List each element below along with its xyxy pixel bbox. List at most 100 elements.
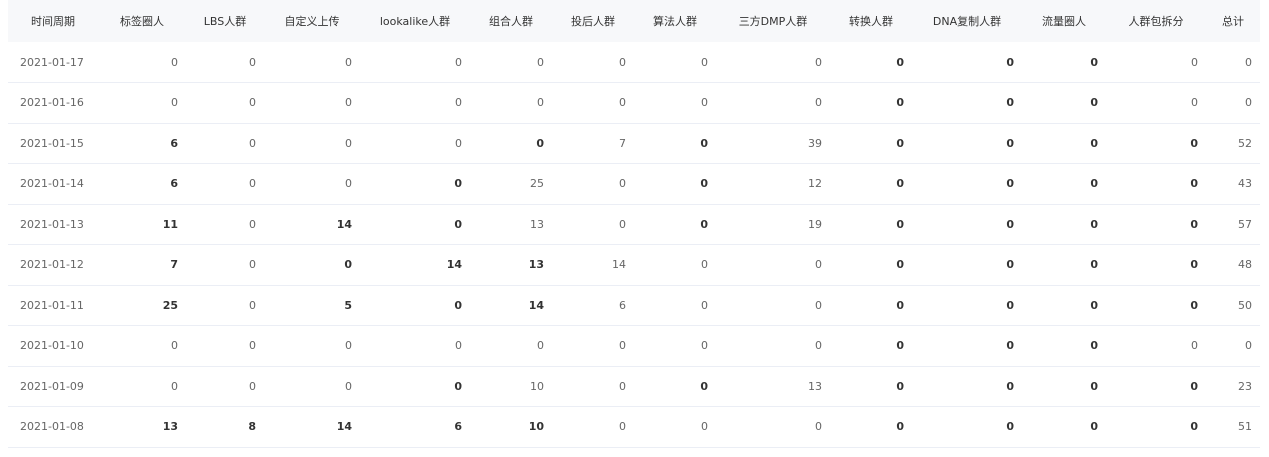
row-value-cell: 0 [536,136,544,150]
column-header-8: 三方DMP人群 [738,15,808,28]
row-date-cell: 2021-01-13 [20,217,84,231]
table-row: 2021-01-15 6 0 0 0 0 7 0 39 0 0 0 0 52 [8,123,1260,164]
row-value-cell: 6 [170,136,178,150]
row-value-cell: 0 [1090,298,1098,312]
row-value-cell: 0 [345,339,352,353]
row-value-cell: 25 [162,298,178,312]
row-value-cell: 0 [896,379,904,393]
row-value-cell: 0 [455,339,462,353]
row-value-cell: 23 [1238,379,1252,393]
row-value-cell: 0 [701,258,708,272]
row-value-cell: 11 [162,217,178,231]
row-value-cell: 13 [530,217,544,231]
row-value-cell: 8 [248,420,256,434]
row-value-cell: 14 [528,298,544,312]
column-header-11: 流量圈人 [1042,15,1086,28]
row-value-cell: 0 [701,298,708,312]
row-value-cell: 6 [619,298,626,312]
row-value-cell: 0 [1090,55,1098,69]
row-date-cell: 2021-01-09 [20,379,84,393]
row-value-cell: 0 [454,217,462,231]
column-header-2: LBS人群 [203,15,247,28]
row-value-cell: 0 [896,298,904,312]
row-value-cell: 0 [454,177,462,191]
row-value-cell: 14 [446,258,462,272]
row-value-cell: 43 [1238,177,1252,191]
row-value-cell: 12 [808,177,822,191]
column-header-9: 转换人群 [849,15,893,28]
row-value-cell: 0 [537,96,544,110]
row-value-cell: 0 [1090,339,1098,353]
row-value-cell: 0 [1245,55,1252,69]
column-header-13: 总计 [1222,15,1244,28]
row-value-cell: 0 [619,339,626,353]
row-value-cell: 0 [896,420,904,434]
row-value-cell: 0 [896,217,904,231]
row-value-cell: 0 [1090,379,1098,393]
table-body: 2021-01-17 0 0 0 0 0 0 0 0 0 0 0 0 0 2021-01-16 0 0 0 0 0 0 0… [8,42,1260,447]
row-value-cell: 0 [249,379,256,393]
row-value-cell: 13 [162,420,178,434]
column-header-0: 时间周期 [31,15,75,28]
row-value-cell: 0 [249,339,256,353]
row-value-cell: 0 [344,258,352,272]
row-value-cell: 10 [530,379,544,393]
row-value-cell: 0 [345,96,352,110]
row-value-cell: 0 [1190,177,1198,191]
row-date-cell: 2021-01-16 [20,96,84,110]
row-value-cell: 57 [1238,217,1252,231]
row-value-cell: 0 [619,55,626,69]
row-value-cell: 14 [612,258,626,272]
row-value-cell: 0 [1006,177,1014,191]
row-value-cell: 0 [896,177,904,191]
row-value-cell: 0 [455,55,462,69]
row-date-cell: 2021-01-10 [20,339,84,353]
row-value-cell: 0 [1191,96,1198,110]
row-value-cell: 0 [1006,96,1014,110]
column-header-3: 自定义上传 [284,15,340,28]
row-value-cell: 52 [1238,136,1252,150]
row-value-cell: 7 [619,136,626,150]
row-value-cell: 25 [530,177,544,191]
row-value-cell: 0 [345,177,352,191]
row-value-cell: 0 [249,217,256,231]
row-value-cell: 0 [815,55,822,69]
row-value-cell: 0 [1006,217,1014,231]
table-row: 2021-01-16 0 0 0 0 0 0 0 0 0 0 0 0 0 [8,83,1260,123]
row-value-cell: 10 [528,420,544,434]
row-value-cell: 0 [1090,258,1098,272]
row-value-cell: 0 [345,55,352,69]
row-value-cell: 0 [619,217,626,231]
row-value-cell: 0 [896,136,904,150]
row-value-cell: 0 [700,217,708,231]
row-value-cell: 0 [815,298,822,312]
row-value-cell: 0 [701,339,708,353]
row-value-cell: 0 [1006,298,1014,312]
column-header-7: 算法人群 [653,15,697,28]
row-value-cell: 0 [1006,339,1014,353]
row-value-cell: 0 [249,258,256,272]
row-value-cell: 0 [171,339,178,353]
column-header-12: 人群包拆分 [1128,15,1184,28]
audience-stats-table: 时间周期 标签圈人 LBS人群 自定义上传 lookalike人群 组合人群 投后人群 算法人… [8,0,1260,448]
row-value-cell: 0 [700,136,708,150]
row-value-cell: 48 [1238,258,1252,272]
row-value-cell: 0 [1191,55,1198,69]
table-row: 2021-01-11 25 0 5 0 14 6 0 0 0 0 0 0 50 [8,285,1260,326]
row-value-cell: 50 [1238,298,1252,312]
row-value-cell: 6 [454,420,462,434]
table-row: 2021-01-10 0 0 0 0 0 0 0 0 0 0 0 0 0 [8,326,1260,366]
row-value-cell: 0 [1090,136,1098,150]
row-value-cell: 0 [1006,55,1014,69]
row-value-cell: 0 [1190,420,1198,434]
row-value-cell: 0 [815,96,822,110]
row-value-cell: 0 [1090,217,1098,231]
row-date-cell: 2021-01-11 [20,298,84,312]
row-value-cell: 0 [454,298,462,312]
row-value-cell: 0 [1245,339,1252,353]
row-value-cell: 13 [528,258,544,272]
row-value-cell: 0 [1190,379,1198,393]
row-value-cell: 0 [896,96,904,110]
row-value-cell: 13 [808,379,822,393]
row-value-cell: 0 [815,420,822,434]
